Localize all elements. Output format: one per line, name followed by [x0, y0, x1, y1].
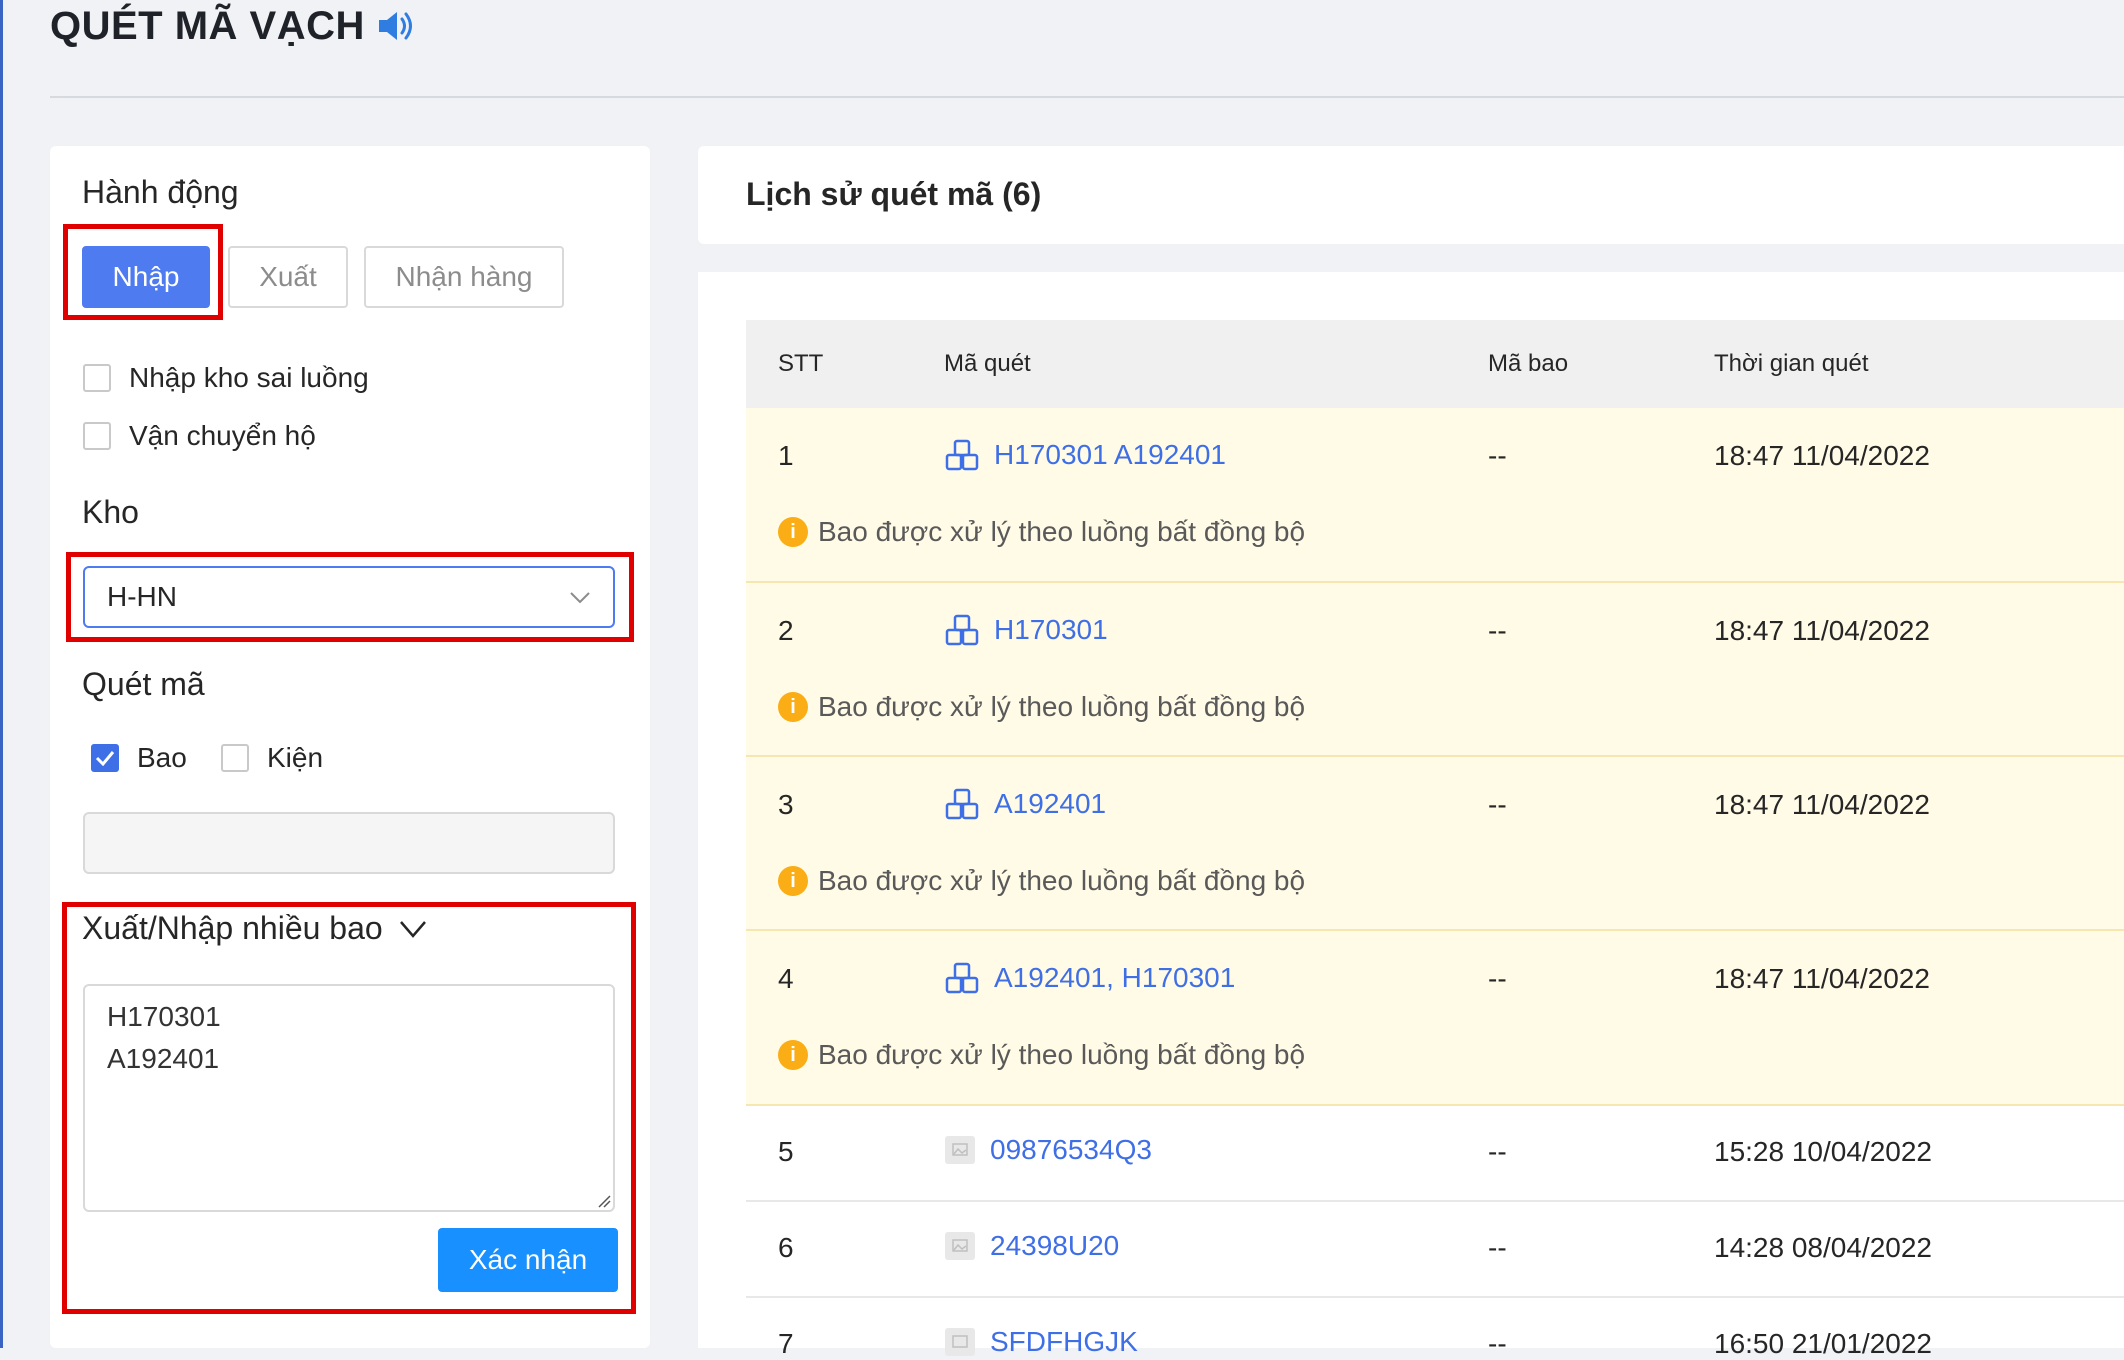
- info-icon: i: [778, 1040, 808, 1070]
- boxes-icon: [945, 614, 979, 646]
- row-stt: 7: [778, 1328, 794, 1359]
- row-bag: --: [1488, 1232, 1507, 1263]
- row-stt: 1: [778, 440, 794, 471]
- package-checkbox[interactable]: [221, 744, 249, 772]
- wrong-flow-checkbox[interactable]: [83, 364, 111, 392]
- row-bag: --: [1488, 1328, 1507, 1359]
- row-stt: 6: [778, 1232, 794, 1263]
- row-note-text: Bao được xử lý theo luồng bất đồng bộ: [818, 865, 1306, 896]
- row-stt: 5: [778, 1136, 794, 1167]
- row-time: 18:47 11/04/2022: [1714, 789, 1930, 820]
- info-icon: i: [778, 692, 808, 722]
- history-header-card: Lịch sử quét mã (6): [698, 146, 2124, 244]
- row-code-text: SFDFHGJK: [990, 1326, 1138, 1357]
- window-edge: [0, 0, 3, 1348]
- table-row: 4 A192401, H170301 -- 18:47 11/04/2022 i…: [746, 931, 2124, 1106]
- row-code-link[interactable]: A192401: [944, 787, 1106, 821]
- row-note: i Bao được xử lý theo luồng bất đồng bộ: [778, 865, 1305, 897]
- row-note-text: Bao được xử lý theo luồng bất đồng bộ: [818, 516, 1306, 547]
- scan-type-bag[interactable]: Bao: [91, 742, 187, 774]
- scan-label: Quét mã: [82, 666, 205, 702]
- row-time: 18:47 11/04/2022: [1714, 440, 1930, 471]
- row-time: 14:28 08/04/2022: [1714, 1232, 1932, 1263]
- row-note: i Bao được xử lý theo luồng bất đồng bộ: [778, 516, 1305, 548]
- row-bag: --: [1488, 615, 1507, 646]
- row-bag: --: [1488, 963, 1507, 994]
- ship-on-behalf-label: Vận chuyển hộ: [129, 420, 316, 451]
- col-bag: Mã bao: [1488, 350, 1569, 377]
- row-time: 15:28 10/04/2022: [1714, 1136, 1932, 1167]
- table-row: 1 H170301 A192401 -- 18:47 11/04/2022 i …: [746, 408, 2124, 583]
- check-icon: [95, 751, 115, 766]
- info-icon: i: [778, 517, 808, 547]
- header-divider: [50, 96, 2124, 98]
- row-code-text: H170301 A192401: [994, 439, 1226, 470]
- option-wrong-flow[interactable]: Nhập kho sai luồng: [83, 362, 369, 394]
- row-code-link[interactable]: 09876534Q3: [944, 1134, 1152, 1166]
- page-title: QUÉT MÃ VẠCH: [50, 4, 365, 48]
- receive-button[interactable]: Nhận hàng: [364, 246, 564, 308]
- table-header: STT Mã quét Mã bao Thời gian quét: [746, 320, 2124, 408]
- highlight-multi-bag: [62, 902, 636, 1314]
- row-code-link[interactable]: H170301: [944, 613, 1108, 647]
- col-time: Thời gian quét: [1714, 350, 1869, 377]
- row-code-text: H170301: [994, 614, 1108, 645]
- row-code-text: A192401: [994, 788, 1107, 819]
- row-note: i Bao được xử lý theo luồng bất đồng bộ: [778, 1039, 1305, 1071]
- row-time: 16:50 21/01/2022: [1714, 1328, 1932, 1359]
- row-code-link[interactable]: A192401, H170301: [944, 961, 1235, 995]
- scan-type-package[interactable]: Kiện: [221, 742, 323, 774]
- table-row: 7 SFDFHGJK -- 16:50 21/01/2022: [746, 1298, 2124, 1359]
- bag-label: Bao: [137, 742, 187, 773]
- table-row: 3 A192401 -- 18:47 11/04/2022 i Bao được…: [746, 757, 2124, 931]
- row-code-text: 09876534Q3: [990, 1134, 1152, 1165]
- row-bag: --: [1488, 440, 1507, 471]
- row-code-link[interactable]: SFDFHGJK: [944, 1326, 1138, 1358]
- col-stt: STT: [778, 350, 824, 377]
- wrong-flow-label: Nhập kho sai luồng: [129, 362, 369, 393]
- history-title: Lịch sử quét mã (6): [746, 176, 1042, 212]
- scan-input[interactable]: [83, 812, 615, 874]
- highlight-import: [63, 224, 223, 320]
- boxes-icon: [945, 439, 979, 471]
- highlight-warehouse: [66, 552, 634, 642]
- row-code-text: 24398U20: [990, 1230, 1120, 1261]
- image-icon: [945, 1136, 975, 1164]
- row-stt: 2: [778, 615, 794, 646]
- actions-label: Hành động: [82, 174, 239, 210]
- table-row: 5 09876534Q3 -- 15:28 10/04/2022: [746, 1106, 2124, 1202]
- row-code-link[interactable]: 24398U20: [944, 1230, 1119, 1262]
- package-label: Kiện: [267, 742, 324, 773]
- boxes-icon: [945, 962, 979, 994]
- row-stt: 4: [778, 963, 794, 994]
- row-bag: --: [1488, 1136, 1507, 1167]
- ship-on-behalf-checkbox[interactable]: [83, 422, 111, 450]
- bag-checkbox[interactable]: [91, 744, 119, 772]
- export-button[interactable]: Xuất: [228, 246, 348, 308]
- image-icon: [945, 1328, 975, 1356]
- row-note-text: Bao được xử lý theo luồng bất đồng bộ: [818, 691, 1306, 722]
- sound-icon[interactable]: [375, 8, 419, 44]
- row-code-text: A192401, H170301: [994, 962, 1236, 993]
- option-ship-on-behalf[interactable]: Vận chuyển hộ: [83, 420, 316, 452]
- boxes-icon: [945, 788, 979, 820]
- image-icon: [945, 1232, 975, 1260]
- col-code: Mã quét: [944, 350, 1031, 377]
- row-bag: --: [1488, 789, 1507, 820]
- row-note: i Bao được xử lý theo luồng bất đồng bộ: [778, 691, 1305, 723]
- table-row: 2 H170301 -- 18:47 11/04/2022 i Bao được…: [746, 583, 2124, 757]
- row-time: 18:47 11/04/2022: [1714, 615, 1930, 646]
- row-time: 18:47 11/04/2022: [1714, 963, 1930, 994]
- table-row: 6 24398U20 -- 14:28 08/04/2022: [746, 1202, 2124, 1298]
- row-code-link[interactable]: H170301 A192401: [944, 438, 1226, 472]
- warehouse-label: Kho: [82, 494, 139, 530]
- info-icon: i: [778, 866, 808, 896]
- row-stt: 3: [778, 789, 794, 820]
- row-note-text: Bao được xử lý theo luồng bất đồng bộ: [818, 1039, 1306, 1070]
